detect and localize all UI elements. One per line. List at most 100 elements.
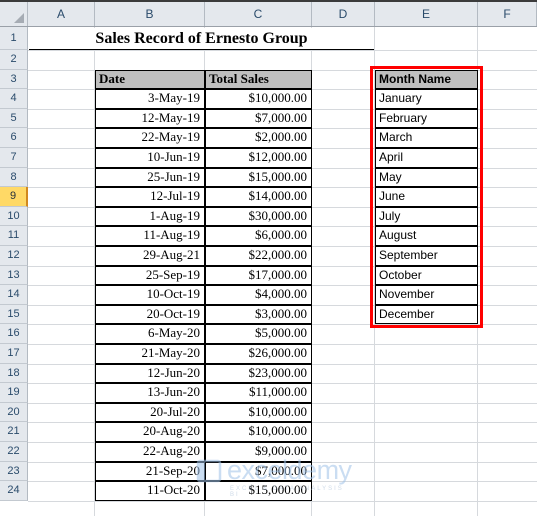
- row-header-4[interactable]: 4: [0, 89, 28, 109]
- month-table-cell[interactable]: January: [375, 89, 478, 109]
- sales-table-cell-date[interactable]: 11-Aug-19: [95, 226, 205, 246]
- sales-table-cell-date[interactable]: 22-May-19: [95, 128, 205, 148]
- sales-table-cell-date[interactable]: 12-May-19: [95, 108, 205, 129]
- sales-table-cell-total-sales[interactable]: $17,000.00: [205, 265, 312, 286]
- row-header-22[interactable]: 22: [0, 442, 28, 462]
- month-table-cell[interactable]: July: [375, 206, 478, 227]
- row-header-label: 3: [10, 72, 17, 85]
- sales-table-cell-date[interactable]: 11-Oct-20: [95, 481, 205, 501]
- month-table-cell[interactable]: March: [375, 128, 478, 148]
- sales-table-cell-date[interactable]: 1-Aug-19: [95, 206, 205, 227]
- month-table-cell[interactable]: May: [375, 167, 478, 188]
- sales-table-cell-total-sales[interactable]: $11,000.00: [205, 383, 312, 403]
- row-header-1[interactable]: 1: [0, 27, 28, 50]
- sales-table-cell-total-sales[interactable]: $14,000.00: [205, 187, 312, 207]
- row-header-18[interactable]: 18: [0, 363, 28, 384]
- row-header-5[interactable]: 5: [0, 108, 28, 129]
- sales-table-cell-total-sales[interactable]: $10,000.00: [205, 89, 312, 109]
- sales-table-cell-total-sales[interactable]: $10,000.00: [205, 422, 312, 442]
- sales-table-cell-date[interactable]: 20-Aug-20: [95, 422, 205, 442]
- sales-table-cell-date[interactable]: 29-Aug-21: [95, 246, 205, 266]
- sales-table-cell-date[interactable]: 21-Sep-20: [95, 461, 205, 482]
- row-header-3[interactable]: 3: [0, 69, 28, 90]
- sales-table-cell-total-sales[interactable]: $30,000.00: [205, 206, 312, 227]
- sales-table-cell-total-sales[interactable]: $15,000.00: [205, 481, 312, 501]
- month-table-header[interactable]: Month Name: [375, 69, 478, 90]
- column-header-f[interactable]: F: [478, 2, 537, 26]
- sales-table-cell-total-sales[interactable]: $22,000.00: [205, 246, 312, 266]
- sales-table-cell-date[interactable]: 12-Jul-19: [95, 187, 205, 207]
- sales-table-cell-date[interactable]: 25-Jun-19: [95, 167, 205, 188]
- month-table-cell[interactable]: June: [375, 187, 478, 207]
- row-header-19[interactable]: 19: [0, 383, 28, 403]
- month-table-cell[interactable]: August: [375, 226, 478, 246]
- sales-table-cell-date[interactable]: 10-Jun-19: [95, 148, 205, 168]
- row-header-label: 15: [7, 307, 20, 320]
- sales-table-cell-total-sales[interactable]: $10,000.00: [205, 402, 312, 423]
- select-all-button[interactable]: [0, 2, 28, 26]
- row-header-12[interactable]: 12: [0, 246, 28, 266]
- page-title[interactable]: Sales Record of Ernesto Group: [29, 28, 374, 50]
- row-header-label: 6: [10, 131, 17, 144]
- sales-table-cell-total-sales[interactable]: $6,000.00: [205, 226, 312, 246]
- sales-table-cell-date[interactable]: 12-Jun-20: [95, 363, 205, 384]
- row-header-label: 18: [7, 366, 20, 379]
- row-header-16[interactable]: 16: [0, 324, 28, 344]
- month-table-cell[interactable]: November: [375, 285, 478, 305]
- sales-table-cell-total-sales[interactable]: $26,000.00: [205, 344, 312, 364]
- month-table-cell[interactable]: February: [375, 108, 478, 129]
- row-header-label: 8: [10, 170, 17, 183]
- sales-table-cell-date[interactable]: 22-Aug-20: [95, 442, 205, 462]
- column-header-a[interactable]: A: [28, 2, 95, 26]
- sales-table-cell-total-sales[interactable]: $7,000.00: [205, 108, 312, 129]
- sales-table-cell-total-sales[interactable]: $12,000.00: [205, 148, 312, 168]
- sales-table-cell-total-sales[interactable]: $3,000.00: [205, 304, 312, 325]
- sales-table-cell-date[interactable]: 6-May-20: [95, 324, 205, 344]
- sales-table-cell-date[interactable]: 20-Jul-20: [95, 402, 205, 423]
- sales-table-cell-total-sales[interactable]: $2,000.00: [205, 128, 312, 148]
- row-header-label: 7: [10, 151, 17, 163]
- row-header-20[interactable]: 20: [0, 402, 28, 423]
- row-header-10[interactable]: 10: [0, 206, 28, 227]
- row-header-label: 13: [7, 268, 20, 281]
- sales-table-cell-total-sales[interactable]: $15,000.00: [205, 167, 312, 188]
- month-table-cell[interactable]: April: [375, 148, 478, 168]
- sales-table-cell-total-sales[interactable]: $7,000.00: [205, 461, 312, 482]
- row-header-label: 23: [7, 464, 20, 477]
- row-header-15[interactable]: 15: [0, 304, 28, 325]
- row-header-17[interactable]: 17: [0, 344, 28, 364]
- row-header-14[interactable]: 14: [0, 285, 28, 305]
- row-header-21[interactable]: 21: [0, 422, 28, 442]
- sales-table-cell-date[interactable]: 13-Jun-20: [95, 383, 205, 403]
- sales-table-cell-date[interactable]: 3-May-19: [95, 89, 205, 109]
- sales-table-cell-date[interactable]: 21-May-20: [95, 344, 205, 364]
- month-table-cell[interactable]: October: [375, 265, 478, 286]
- column-header-c[interactable]: C: [205, 2, 312, 26]
- row-header-23[interactable]: 23: [0, 461, 28, 482]
- row-header-11[interactable]: 11: [0, 226, 28, 246]
- month-table-cell[interactable]: December: [375, 304, 478, 325]
- row-header-9[interactable]: 9: [0, 187, 28, 207]
- sales-table-cell-date[interactable]: 25-Sep-19: [95, 265, 205, 286]
- sales-table-cell-date[interactable]: 10-Oct-19: [95, 285, 205, 305]
- row-header-label: 22: [7, 445, 20, 457]
- sales-table-cell-total-sales[interactable]: $4,000.00: [205, 285, 312, 305]
- row-header-8[interactable]: 8: [0, 167, 28, 188]
- row-header-6[interactable]: 6: [0, 128, 28, 148]
- column-header-b[interactable]: B: [95, 2, 205, 26]
- column-header-d[interactable]: D: [312, 2, 375, 26]
- month-table-cell[interactable]: September: [375, 246, 478, 266]
- row-header-label: 12: [7, 249, 20, 261]
- row-header-24[interactable]: 24: [0, 481, 28, 501]
- column-header-e[interactable]: E: [375, 2, 478, 26]
- sales-table-cell-total-sales[interactable]: $9,000.00: [205, 442, 312, 462]
- row-header-7[interactable]: 7: [0, 148, 28, 168]
- sales-table-cell-total-sales[interactable]: $5,000.00: [205, 324, 312, 344]
- sales-table-header-date[interactable]: Date: [95, 69, 205, 90]
- row-header-2[interactable]: 2: [0, 50, 28, 70]
- sales-table-cell-date[interactable]: 20-Oct-19: [95, 304, 205, 325]
- sales-table-header-total-sales[interactable]: Total Sales: [205, 69, 312, 90]
- row-header-13[interactable]: 13: [0, 265, 28, 286]
- row-header-label: 4: [10, 92, 17, 105]
- sales-table-cell-total-sales[interactable]: $23,000.00: [205, 363, 312, 384]
